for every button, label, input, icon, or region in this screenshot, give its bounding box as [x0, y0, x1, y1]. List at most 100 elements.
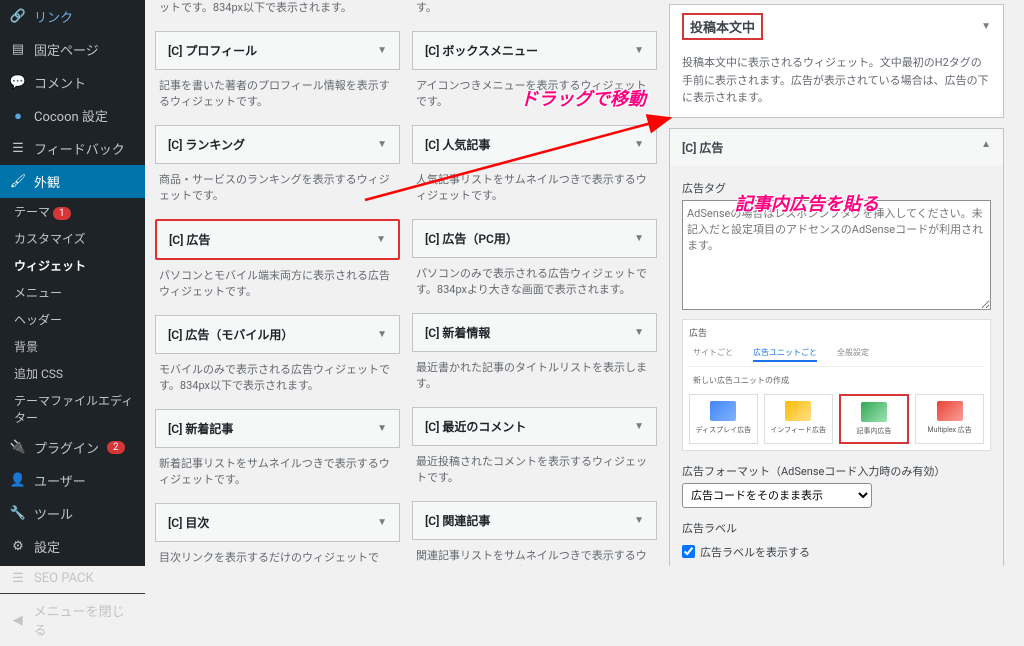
menu-feedback[interactable]: ☰フィードバック	[0, 132, 145, 165]
widget-header[interactable]: [C] 新着記事 ▼	[156, 410, 399, 447]
widget-title: [C] 新着記事	[168, 420, 233, 437]
preview-tab: 全般設定	[837, 347, 869, 362]
available-widget[interactable]: [C] プロフィール ▼	[155, 31, 400, 70]
settings-icon: ⚙	[10, 539, 26, 555]
available-widget[interactable]: [C] 人気記事▼	[412, 125, 657, 164]
menu-users[interactable]: 👤ユーザー	[0, 464, 145, 497]
submenu-css[interactable]: 追加 CSS	[0, 360, 145, 387]
widget-header[interactable]: [C] 最近のコメント ▼	[413, 408, 656, 445]
menu-settings[interactable]: ⚙設定	[0, 530, 145, 563]
chevron-down-icon: ▼	[377, 517, 387, 528]
cocoon-icon: ●	[10, 108, 26, 124]
widget-header[interactable]: [C] ボックスメニュー▼	[413, 32, 656, 69]
adtag-textarea[interactable]	[682, 200, 991, 310]
widget-area-header[interactable]: 投稿本文中 ▼	[670, 5, 1003, 48]
widget-description: 新着記事リストをサムネイルつきで表示するウィジェットです。	[155, 456, 400, 495]
available-widget[interactable]: [C] 広告▼	[155, 219, 400, 260]
widget-description: ットです。834px以下で表示されます。	[155, 0, 400, 23]
widget-description: モバイルのみで表示される広告ウィジェットです。834px以下で表示されます。	[155, 362, 400, 401]
format-select[interactable]: 広告コードをそのまま表示	[682, 483, 872, 508]
available-widget[interactable]: [C] 広告（モバイル用） ▼	[155, 315, 400, 354]
widget-description: す。	[412, 0, 657, 23]
user-icon: 👤	[10, 473, 26, 489]
menu-appearance[interactable]: 🖌外観	[0, 165, 145, 198]
chevron-down-icon: ▼	[377, 423, 387, 434]
chevron-down-icon: ▼	[634, 421, 644, 432]
widget-title: [C] 新着情報	[425, 324, 490, 341]
available-widget[interactable]: [C] 新着情報▼	[412, 313, 657, 352]
available-widget[interactable]: [C] 目次 ▼	[155, 503, 400, 542]
preview-cards: ディスプレイ広告 インフィード広告 記事内広告 Multiplex 広告	[689, 394, 984, 444]
menu-pages[interactable]: ▤固定ページ	[0, 33, 145, 66]
plugin-icon: 🔌	[10, 440, 26, 456]
chevron-down-icon: ▼	[377, 329, 387, 340]
submenu-widgets[interactable]: ウィジェット	[0, 252, 145, 279]
submenu-customize[interactable]: カスタマイズ	[0, 225, 145, 252]
menu-plugins[interactable]: 🔌プラグイン 2	[0, 431, 145, 464]
widget-header[interactable]: [C] 新着情報▼	[413, 314, 656, 351]
menu-collapse[interactable]: ◀メニューを閉じる	[0, 593, 145, 646]
widget-title: [C] プロフィール	[168, 42, 257, 59]
collapse-icon: ◀	[10, 612, 26, 628]
submenu-themes[interactable]: テーマ 1	[0, 198, 145, 225]
widget-title: [C] 広告	[169, 231, 210, 248]
widget-header[interactable]: [C] 広告▼	[157, 221, 398, 258]
widget-header[interactable]: [C] 人気記事▼	[413, 126, 656, 163]
widget-description: 商品・サービスのランキングを表示するウィジェットです。	[155, 172, 400, 211]
widget-header[interactable]: [C] 目次 ▼	[156, 504, 399, 541]
widget-title: [C] 関連記事	[425, 512, 490, 529]
widget-header[interactable]: [C] プロフィール ▼	[156, 32, 399, 69]
widget-description: 目次リンクを表示するだけのウィジェットです。	[155, 550, 400, 567]
available-widget[interactable]: [C] ボックスメニュー▼	[412, 31, 657, 70]
submenu-background[interactable]: 背景	[0, 333, 145, 360]
menu-seopack[interactable]: ☰SEO PACK	[0, 563, 145, 593]
area-title-highlight: 投稿本文中	[682, 13, 763, 40]
available-widget[interactable]: [C] 最近のコメント ▼	[412, 407, 657, 446]
format-label: 広告フォーマット（AdSenseコード入力時のみ有効）	[682, 459, 991, 483]
available-widget[interactable]: [C] 広告（PC用）▼	[412, 219, 657, 258]
chevron-up-icon: ▲	[981, 139, 991, 156]
adlabel-check-text: 広告ラベルを表示する	[700, 544, 810, 560]
widgets-screen: ットです。834px以下で表示されます。 [C] プロフィール ▼ 記事を書いた著者の…	[145, 0, 1024, 566]
widget-header[interactable]: [C] ランキング▼	[156, 126, 399, 163]
submenu-editor[interactable]: テーマファイルエディター	[0, 387, 145, 431]
preview-tab-selected: 広告ユニットごと	[753, 347, 817, 362]
available-widget[interactable]: [C] 関連記事▼	[412, 501, 657, 540]
menu-tools[interactable]: 🔧ツール	[0, 497, 145, 530]
widget-header[interactable]: [C] 関連記事▼	[413, 502, 656, 539]
widget-description: 記事を書いた著者のプロフィール情報を表示するウィジェットです。	[155, 78, 400, 117]
available-widget[interactable]: [C] 新着記事 ▼	[155, 409, 400, 448]
feedback-icon: ☰	[10, 141, 26, 157]
widget-title: [C] 最近のコメント	[425, 418, 526, 435]
widget-title: [C] 広告（モバイル用）	[168, 326, 293, 343]
chevron-down-icon: ▼	[634, 233, 644, 244]
menu-comments[interactable]: 💬コメント	[0, 66, 145, 99]
submenu-menus[interactable]: メニュー	[0, 279, 145, 306]
ad-card-multiplex: Multiplex 広告	[915, 394, 984, 444]
widget-title: [C] 目次	[168, 514, 209, 531]
widget-description: 最近投稿されたコメントを表示するウィジェットです。	[412, 454, 657, 493]
widget-area-box: 投稿本文中 ▼ 投稿本文中に表示されるウィジェット。文中最初のH2タグの手前に表…	[669, 4, 1004, 118]
area-description: 投稿本文中に表示されるウィジェット。文中最初のH2タグの手前に表示されます。広告…	[670, 48, 1003, 117]
menu-links[interactable]: 🔗リンク	[0, 0, 145, 33]
widget-description: 関連記事リストをサムネイルつきで表示するウィジェットです。投稿ページのみ表示され…	[412, 548, 657, 567]
available-widgets-mid: す。[C] ボックスメニュー▼アイコンつきメニューを表示するウィジェットです。[…	[412, 0, 657, 566]
widget-header[interactable]: [C] 広告（PC用）▼	[413, 220, 656, 257]
theme-badge: 1	[53, 207, 71, 220]
widget-description: パソコンとモバイル端末両方に表示される広告ウィジェットです。	[155, 268, 400, 307]
comment-icon: 💬	[10, 75, 26, 91]
link-icon: 🔗	[10, 9, 26, 25]
menu-cocoon[interactable]: ●Cocoon 設定	[0, 99, 145, 132]
preview-tab: サイトごと	[693, 347, 733, 362]
adlabel-checkbox[interactable]	[682, 545, 695, 558]
preview-section: 新しい広告ユニットの作成	[689, 373, 984, 388]
chevron-down-icon: ▼	[377, 45, 387, 56]
widget-header[interactable]: [C] 広告（モバイル用） ▼	[156, 316, 399, 353]
wrench-icon: 🔧	[10, 506, 26, 522]
placed-widget-header[interactable]: [C] 広告 ▲	[670, 129, 1003, 166]
adtag-label: 広告タグ	[682, 176, 991, 200]
widget-description: パソコンのみで表示される広告ウィジェットです。834pxより大きな画面で表示され…	[412, 266, 657, 305]
ad-card-inarticle: 記事内広告	[839, 394, 910, 444]
available-widget[interactable]: [C] ランキング▼	[155, 125, 400, 164]
submenu-header[interactable]: ヘッダー	[0, 306, 145, 333]
